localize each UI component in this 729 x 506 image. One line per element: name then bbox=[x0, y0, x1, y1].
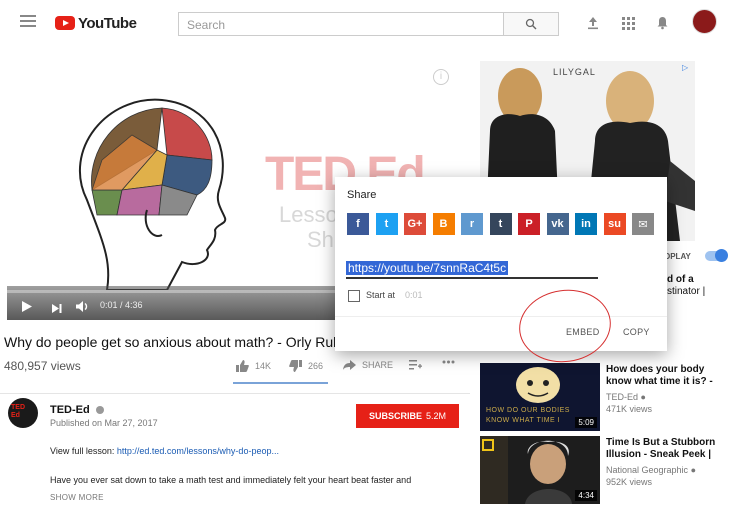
verified-icon: ● bbox=[640, 392, 646, 402]
tumblr-icon[interactable]: t bbox=[489, 213, 512, 235]
share-dialog-title: Share bbox=[347, 189, 377, 201]
dislike-count: 266 bbox=[308, 361, 324, 371]
like-button[interactable]: 14K bbox=[236, 360, 271, 372]
share-label: SHARE bbox=[362, 360, 394, 370]
autoplay-label: OPLAY bbox=[664, 252, 691, 261]
related-channel-2-text: National Geographic bbox=[606, 465, 689, 475]
related-channel-1: TED-Ed ● bbox=[606, 391, 646, 403]
play-logo-icon bbox=[55, 16, 75, 30]
verified-icon: ● bbox=[690, 465, 697, 475]
volume-icon[interactable] bbox=[76, 299, 89, 317]
related-title-1b[interactable]: know what time it is? - bbox=[606, 376, 713, 388]
share-arrow-icon bbox=[343, 360, 356, 370]
description-body: Have you ever sat down to take a math te… bbox=[50, 475, 412, 485]
dialog-separator bbox=[335, 316, 667, 317]
menu-icon[interactable] bbox=[20, 15, 36, 27]
more-options-icon[interactable] bbox=[442, 360, 455, 364]
dislike-button[interactable]: 266 bbox=[289, 360, 323, 372]
reddit-icon[interactable]: r bbox=[461, 213, 483, 235]
vk-icon[interactable]: vk bbox=[546, 213, 569, 235]
subscriber-count: 5.2M bbox=[426, 411, 447, 421]
head-illustration bbox=[78, 98, 227, 290]
copy-button[interactable]: COPY bbox=[623, 327, 650, 337]
email-icon[interactable]: ✉ bbox=[632, 213, 654, 235]
divider bbox=[0, 393, 470, 394]
lesson-prefix: View full lesson: bbox=[50, 446, 117, 456]
lesson-watermark-2: Sh bbox=[307, 227, 334, 252]
channel-name[interactable]: TED-Ed bbox=[50, 404, 104, 416]
publish-date: Published on Mar 27, 2017 bbox=[50, 418, 158, 428]
related-views-1: 471K views bbox=[606, 404, 653, 414]
ad-choices-icon[interactable]: ▷ bbox=[682, 63, 692, 73]
channel-avatar-text: TED Ed bbox=[11, 404, 25, 419]
progress-bar[interactable] bbox=[7, 290, 337, 293]
play-icon[interactable] bbox=[22, 299, 32, 317]
share-button[interactable]: SHARE bbox=[343, 360, 393, 370]
duration-1: 5:09 bbox=[575, 417, 597, 428]
related-title-1a[interactable]: How does your body bbox=[606, 364, 704, 376]
subscribe-button[interactable]: SUBSCRIBE 5.2M bbox=[356, 404, 459, 428]
twitter-icon[interactable]: t bbox=[375, 213, 398, 235]
thumb-text-1b: KNOW WHAT TIME I bbox=[486, 417, 561, 424]
logo-text: YouTube bbox=[78, 14, 137, 32]
autoplay-toggle[interactable] bbox=[705, 249, 728, 262]
thumb-text-1a: HOW DO OUR BODIES bbox=[486, 407, 570, 414]
start-time-input[interactable]: 0:01 bbox=[405, 290, 423, 300]
user-avatar[interactable] bbox=[692, 9, 717, 34]
start-at-checkbox[interactable] bbox=[348, 290, 360, 302]
up-next-title-2[interactable]: stinator | bbox=[667, 286, 705, 298]
notifications-bell-icon[interactable] bbox=[654, 15, 670, 31]
related-views-2: 952K views bbox=[606, 477, 653, 487]
info-icon[interactable]: i bbox=[433, 69, 449, 85]
thumbs-up-icon bbox=[236, 360, 249, 372]
view-count: 480,957 views bbox=[4, 359, 81, 373]
video-title: Why do people get so anxious about math?… bbox=[4, 334, 336, 350]
share-dialog: Share f t G+ Br t Pvk in su ✉ https://youtu.be/7… bbox=[335, 177, 667, 351]
blogger-icon[interactable]: B bbox=[432, 213, 455, 235]
apps-grid-icon[interactable] bbox=[620, 15, 636, 31]
lesson-watermark: Lesso bbox=[279, 202, 338, 227]
related-thumb-1[interactable]: HOW DO OUR BODIES KNOW WHAT TIME I 5:09 bbox=[480, 363, 600, 431]
subscribe-label: SUBSCRIBE bbox=[368, 411, 422, 421]
like-count: 14K bbox=[255, 361, 272, 371]
linkedin-icon[interactable]: in bbox=[575, 213, 597, 235]
upload-icon[interactable] bbox=[585, 15, 601, 31]
search-input[interactable]: Search bbox=[178, 12, 503, 36]
description-lesson: View full lesson: http://ed.ted.com/less… bbox=[50, 446, 279, 456]
duration-2: 4:34 bbox=[575, 490, 597, 501]
add-to-playlist-icon[interactable] bbox=[409, 360, 422, 370]
verified-icon bbox=[95, 406, 104, 415]
ad-brand: LILYGAL bbox=[553, 67, 596, 77]
related-thumb-2[interactable]: 4:34 bbox=[480, 436, 600, 504]
thumbs-down-icon bbox=[289, 360, 302, 372]
up-next-title-1[interactable]: d of a bbox=[667, 274, 694, 286]
youtube-logo[interactable]: YouTube bbox=[55, 13, 137, 33]
next-icon[interactable] bbox=[52, 300, 62, 318]
share-url[interactable]: https://youtu.be/7snnRaC4t5c bbox=[346, 261, 509, 275]
google-plus-icon[interactable]: G+ bbox=[404, 213, 426, 235]
lesson-link[interactable]: http://ed.ted.com/lessons/why-do-peop... bbox=[117, 446, 279, 456]
related-channel-2: National Geographic ● bbox=[606, 464, 696, 476]
like-ratio-bar bbox=[233, 382, 328, 384]
facebook-icon[interactable]: f bbox=[347, 213, 369, 235]
start-at-label: Start at bbox=[366, 290, 396, 300]
pinterest-icon[interactable]: P bbox=[518, 213, 540, 235]
search-icon bbox=[525, 18, 537, 30]
url-underline bbox=[346, 277, 598, 279]
related-title-2b[interactable]: Illusion - Sneak Peek | bbox=[606, 449, 711, 461]
related-title-2a[interactable]: Time Is But a Stubborn bbox=[606, 437, 715, 449]
video-time: 0:01 / 4:36 bbox=[100, 300, 143, 310]
channel-name-text: TED-Ed bbox=[50, 404, 90, 416]
stumbleupon-icon[interactable]: su bbox=[603, 213, 626, 235]
channel-avatar[interactable]: TED Ed bbox=[8, 398, 38, 428]
show-more-button[interactable]: SHOW MORE bbox=[50, 493, 104, 502]
search-button[interactable] bbox=[503, 12, 559, 36]
related-channel-1-text: TED-Ed bbox=[606, 392, 639, 402]
